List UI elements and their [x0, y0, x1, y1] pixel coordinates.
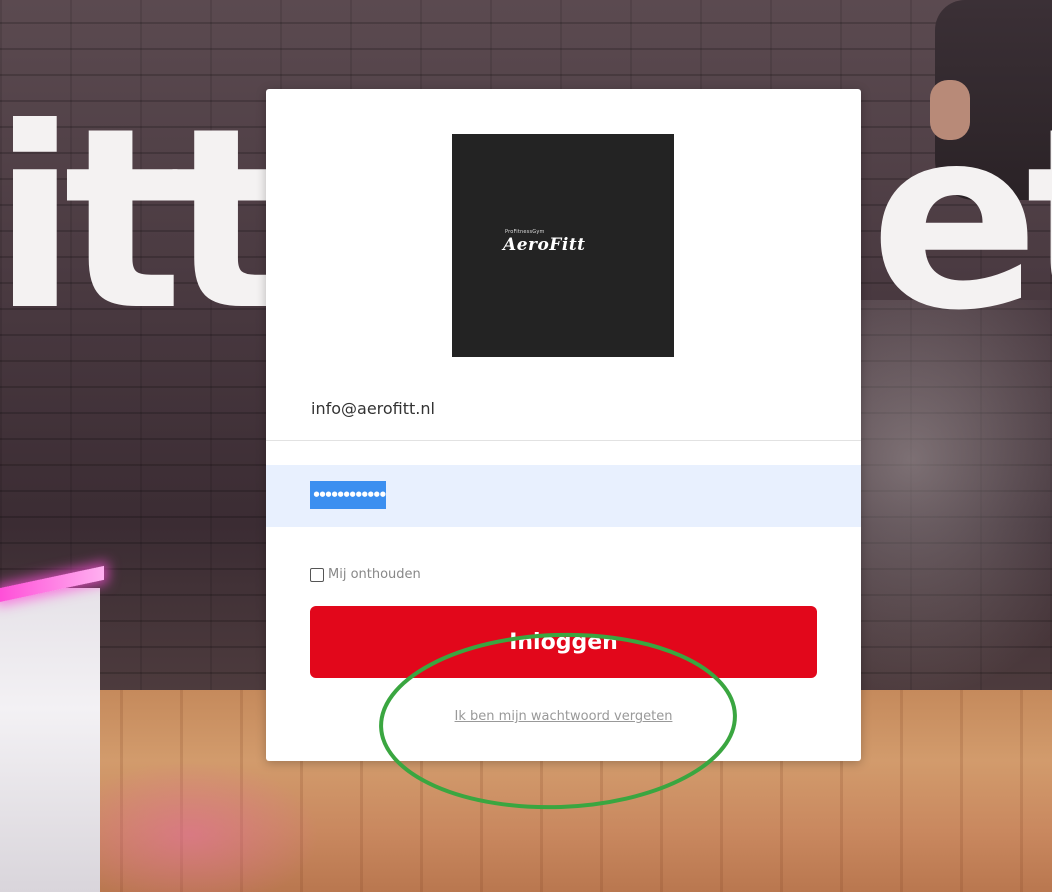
logo-wordmark: ProFitnessGym AeroFitt [503, 229, 623, 263]
logo-brand-name: AeroFitt [503, 234, 586, 255]
forgot-password-link[interactable]: Ik ben mijn wachtwoord vergeten [266, 709, 861, 724]
background-counter [0, 588, 100, 892]
remember-me-row: Mij onthouden [310, 567, 421, 582]
login-card: ProFitnessGym AeroFitt info@aerofitt.nl … [266, 89, 861, 761]
password-value: •••••••••••• [310, 481, 387, 509]
brand-logo: ProFitnessGym AeroFitt [452, 134, 674, 357]
login-button[interactable]: Inloggen [310, 606, 817, 678]
page: itt et ProFitnessGym AeroFitt info@aerof… [0, 0, 1052, 892]
background-letters-right: et [870, 74, 1052, 365]
remember-me-label[interactable]: Mij onthouden [328, 567, 421, 582]
remember-me-checkbox[interactable] [310, 567, 324, 582]
background-letters-left: itt [0, 74, 289, 365]
password-field[interactable]: •••••••••••• [266, 465, 861, 527]
email-field[interactable]: info@aerofitt.nl [266, 385, 861, 441]
email-value: info@aerofitt.nl [311, 399, 435, 418]
